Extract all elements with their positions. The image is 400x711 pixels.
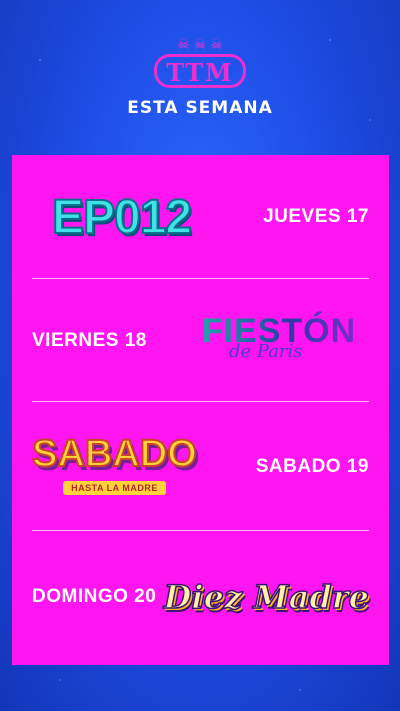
skull-icon: ☠ (177, 37, 190, 53)
skull-icon: ☠ (210, 37, 223, 53)
schedule-row-sunday: DOMINGO 20 Diez Madre (32, 535, 370, 659)
day-label: VIERNES 18 (32, 330, 147, 351)
divider (32, 530, 369, 531)
page-title: ESTA SEMANA (127, 98, 273, 118)
skull-decoration: ☠ ☠ ☠ (0, 36, 400, 54)
show-logo-fieston: FIESTÓN de Paris (189, 311, 369, 371)
day-label: DOMINGO 20 (32, 586, 157, 607)
show-logo-ep012: EP012 (51, 190, 193, 245)
schedule-card: EP012 JUEVES 17 VIERNES 18 FIESTÓN de Pa… (12, 155, 389, 665)
schedule-row-friday: VIERNES 18 FIESTÓN de Paris (32, 279, 369, 403)
divider (32, 401, 369, 402)
day-label: SABADO 19 (255, 456, 369, 477)
show-logo-ribbon: HASTA LA MADRE (63, 481, 166, 495)
show-logo-title: SABADO (31, 432, 198, 476)
header: ☠ ☠ ☠ TTM ESTA SEMANA (0, 36, 400, 118)
schedule-row-saturday: SABADO HASTA LA MADRE SABADO 19 (31, 405, 369, 529)
skull-icon: ☠ (193, 37, 207, 53)
show-logo-sabado: SABADO HASTA LA MADRE (31, 432, 198, 502)
day-label: JUEVES 17 (263, 206, 369, 227)
schedule-row-thursday: EP012 JUEVES 17 (32, 155, 369, 279)
show-logo-script: de Paris (229, 341, 303, 362)
brand-logo: TTM (154, 54, 246, 88)
show-logo-diez-madre: Diez Madre (163, 577, 370, 617)
